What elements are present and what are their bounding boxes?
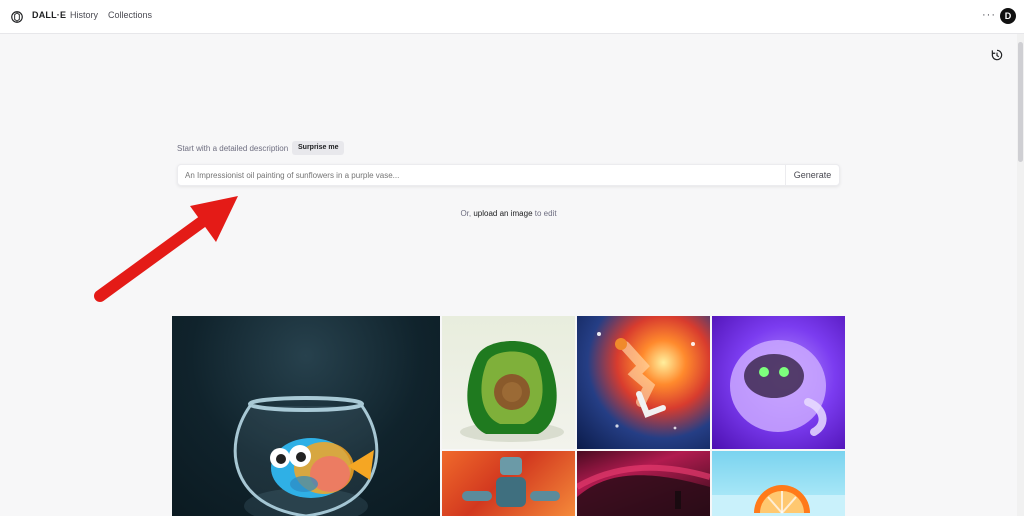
more-icon[interactable]: ··· <box>982 10 996 21</box>
upload-image-link[interactable]: upload an image <box>473 209 532 218</box>
gallery-tile-space-basketball[interactable] <box>577 316 710 449</box>
purple-monster-image <box>730 340 827 436</box>
top-header: DALL·E History Collections ··· D <box>0 0 1024 34</box>
brand-title[interactable]: DALL·E <box>32 10 66 20</box>
gallery-tile-robot-painting[interactable] <box>442 451 575 516</box>
generate-button[interactable]: Generate <box>785 165 839 185</box>
fish-bowl-image <box>233 396 379 516</box>
space-basketball-image <box>597 332 695 430</box>
gallery-tile-orange-slice[interactable] <box>712 451 845 516</box>
avocado-chair-image <box>460 341 564 442</box>
robot-painting-image <box>462 457 560 507</box>
upload-prefix: Or, <box>460 209 472 218</box>
page-scrollbar[interactable] <box>1017 34 1024 516</box>
nav-history-link[interactable]: History <box>70 10 98 20</box>
gallery-tile-fish-bowl[interactable] <box>172 316 440 516</box>
scrollbar-thumb[interactable] <box>1018 42 1023 162</box>
orange-slice-image <box>712 485 845 516</box>
nav-collections-link[interactable]: Collections <box>108 10 152 20</box>
gallery-tile-avocado-chair[interactable] <box>442 316 575 449</box>
prompt-input[interactable] <box>178 165 786 185</box>
red-arrow-annotation <box>94 196 238 302</box>
history-icon[interactable] <box>990 48 1004 62</box>
prompt-box: Generate <box>177 164 840 186</box>
abstract-red-image <box>577 464 710 516</box>
surprise-me-button[interactable]: Surprise me <box>292 141 345 155</box>
gallery-tile-abstract-red[interactable] <box>577 451 710 516</box>
gallery-tile-purple-monster[interactable] <box>712 316 845 449</box>
avatar[interactable]: D <box>1000 8 1016 24</box>
prompt-label: Start with a detailed description <box>177 144 289 153</box>
openai-logo-icon[interactable] <box>10 10 24 24</box>
upload-suffix: to edit <box>534 209 557 218</box>
